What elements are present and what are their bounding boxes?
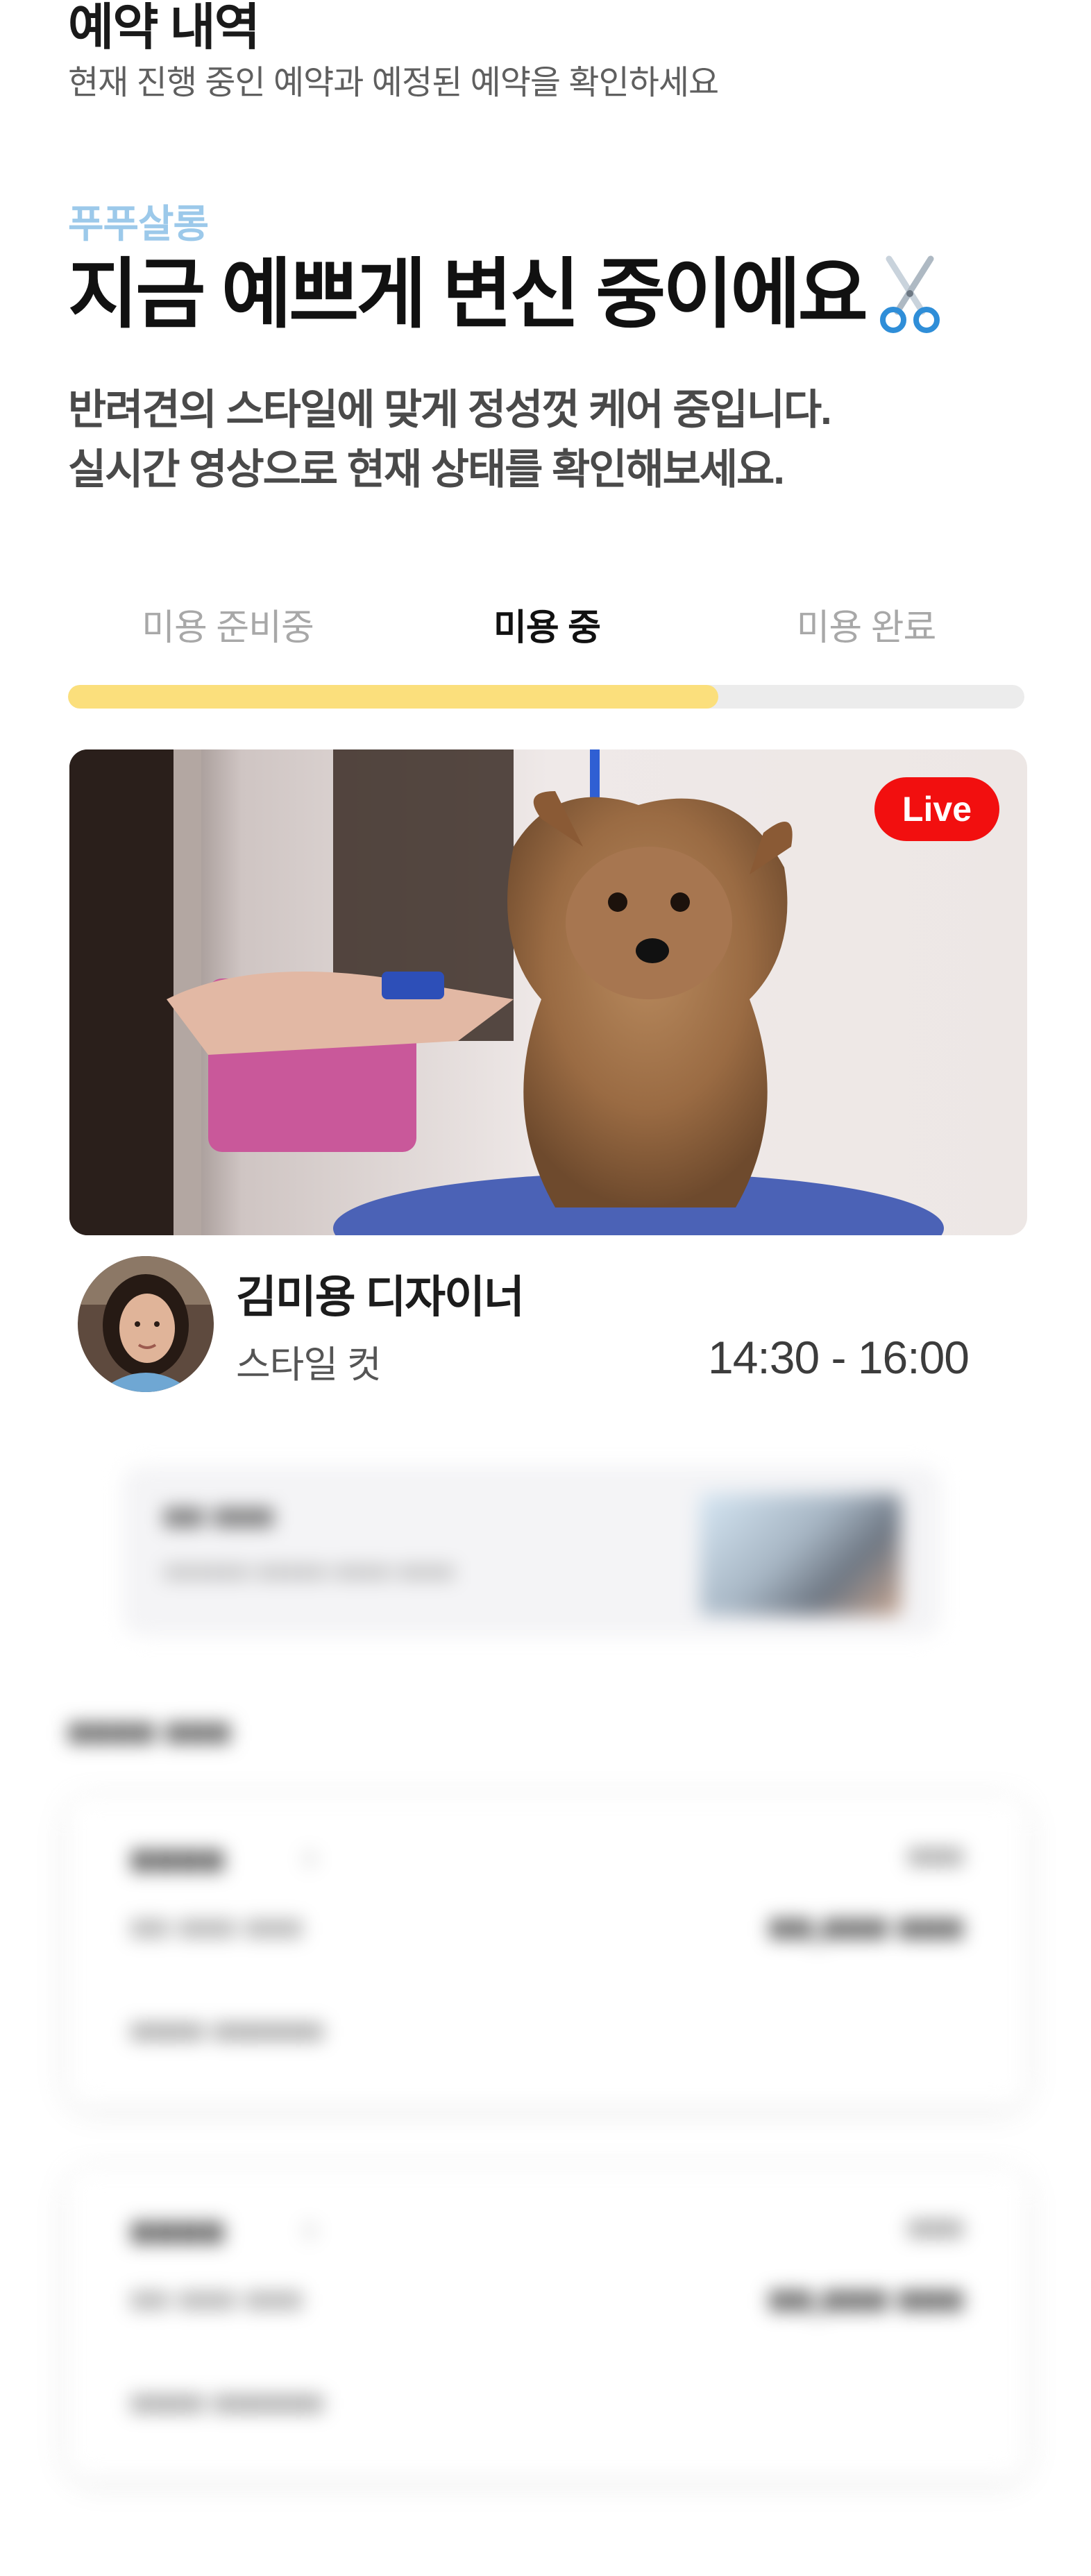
card-status-placeholder: ■■■ [908,2211,963,2245]
page-title: 예약 내역 [68,0,260,56]
appointment-time: 14:30 - 16:00 [708,1332,970,1383]
status-headline-text: 지금 예쁘게 변신 중이에요 [68,252,868,337]
salon-name[interactable]: 푸푸살롱 [68,193,209,249]
card-salon-placeholder: ■■■■ [130,1837,225,1881]
section-title-placeholder: ■■■■ ■■■ [68,1712,231,1752]
step-completed: 미용 완료 [796,608,937,648]
card-status-placeholder: ■■■ [908,1839,963,1873]
page-subtitle: 현재 진행 중인 예약과 예정된 예약을 확인하세요 [68,65,719,101]
live-badge: Live [874,777,999,841]
chevron-right-icon: › [304,2209,316,2248]
card-service-placeholder: ■■ ■■■ ■■■ [130,1909,303,1945]
progress-bar [68,685,1024,709]
step-preparing: 미용 준비중 [142,608,314,648]
promo-banner-title-placeholder: ■■ ■■■ [164,1498,274,1535]
card-service-placeholder: ■■ ■■■ ■■■ [130,2281,303,2317]
reservation-card[interactable]: ■■■■ › ■■■ ■■ ■■■ ■■■ ■■,■■■ ■■■ ■■■■ ■■… [68,1797,1026,2105]
status-description-line2: 실시간 영상으로 현재 상태를 확인해보세요. [68,446,785,493]
promo-banner-subtitle-placeholder: ■■■■■■ ■■■■■ ■■■■ ■■■■ [164,1559,455,1585]
promo-banner: ■■ ■■■ ■■■■■■ ■■■■■ ■■■■ ■■■■ [122,1466,941,1636]
card-date-placeholder: ■■■■ ■■■■■■ [130,2014,323,2048]
card-price-placeholder: ■■,■■■ ■■■ [768,1908,963,1948]
status-headline: 지금 예쁘게 변신 중이에요 [68,250,952,340]
service-type: 스타일 컷 [236,1344,382,1386]
progress-bar-fill [68,685,719,709]
chevron-right-icon: › [304,1837,316,1876]
card-salon-placeholder: ■■■■ [130,2209,225,2253]
promo-banner-image [700,1493,901,1616]
designer-avatar [78,1256,214,1392]
card-date-placeholder: ■■■■ ■■■■■■ [130,2386,323,2420]
scissors-icon [868,253,952,337]
status-description-line1: 반려견의 스타일에 맞게 정성껏 케어 중입니다. [68,387,832,433]
step-grooming: 미용 중 [493,608,601,648]
card-price-placeholder: ■■,■■■ ■■■ [768,2280,963,2320]
designer-name: 김미용 디자이너 [236,1272,525,1322]
reservation-card[interactable]: ■■■■ › ■■■ ■■ ■■■ ■■■ ■■,■■■ ■■■ ■■■■ ■■… [68,2169,1026,2477]
